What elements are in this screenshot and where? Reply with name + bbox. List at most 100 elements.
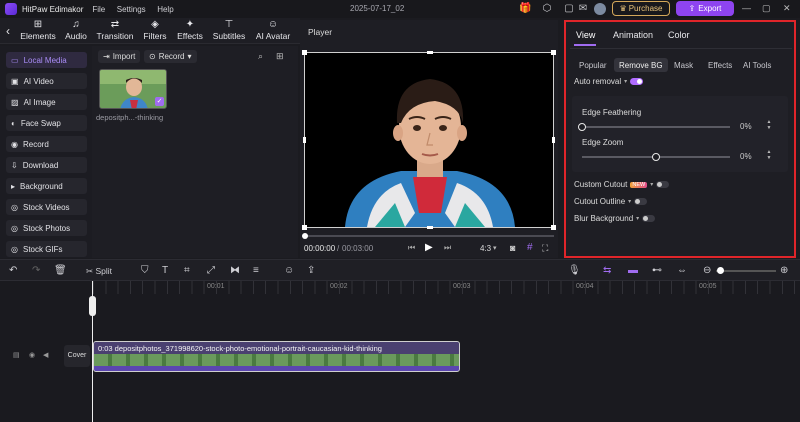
menu-settings[interactable]: Settings — [117, 5, 146, 14]
media-thumbnail[interactable]: ✓ — [99, 69, 167, 109]
grid-icon[interactable]: # — [527, 242, 533, 253]
sidebar-item-stock-photos[interactable]: ◎ Stock Photos — [6, 220, 87, 236]
export-button[interactable]: ⇪ Export — [676, 1, 734, 16]
avatar[interactable] — [594, 3, 606, 15]
progress-track[interactable] — [304, 235, 554, 237]
tab-elements[interactable]: ⊞ Elements — [20, 19, 56, 41]
link-icon[interactable]: ⇆ — [603, 264, 611, 278]
auto-removal-toggle[interactable] — [630, 78, 644, 85]
resize-handle-top[interactable] — [427, 51, 433, 54]
zoom-out-icon[interactable]: ⊖ — [703, 264, 711, 278]
track-icon[interactable]: ▤ — [13, 351, 20, 359]
mirror-icon[interactable]: ⧓ — [230, 264, 240, 278]
undo-icon[interactable]: ↶ — [9, 264, 17, 278]
playhead-handle[interactable] — [89, 296, 96, 316]
menu-file[interactable]: File — [92, 5, 105, 14]
gift-icon[interactable]: 🎁 — [519, 3, 531, 15]
new-badge: NEW — [630, 181, 648, 188]
menu-help[interactable]: Help — [157, 5, 173, 14]
speaker-icon[interactable]: ◀ — [43, 351, 48, 359]
cover-button[interactable]: Cover — [64, 345, 90, 367]
resize-handle-bottom[interactable] — [427, 226, 433, 229]
face-icon[interactable]: ☺ — [284, 264, 294, 278]
maximize-icon[interactable]: ▢ — [762, 3, 771, 14]
cutout-outline-row: Cutout Outline ▾ — [574, 197, 648, 206]
adjust-icon[interactable]: ≡ — [253, 264, 259, 278]
chain-icon[interactable]: ⊷ — [652, 264, 662, 278]
sidebar-item-stock-gifs[interactable]: ◎ Stock GIFs — [6, 241, 87, 257]
close-icon[interactable]: ✕ — [783, 3, 791, 14]
crop-icon[interactable]: ⌗ — [184, 264, 190, 278]
resize-handle-left[interactable] — [303, 137, 306, 143]
export-frame-icon[interactable]: ⇪ — [307, 264, 315, 278]
tab-color[interactable]: Color — [668, 30, 690, 40]
tab-filters[interactable]: ◈ Filters — [142, 19, 168, 41]
edge-feathering-stepper[interactable]: ▲ ▼ — [764, 119, 774, 133]
fit-icon[interactable]: ⇔ — [677, 264, 687, 278]
tab-effects[interactable]: ✦ Effects — [176, 19, 204, 41]
marker-icon[interactable]: ⛉ — [141, 264, 149, 278]
tab-ai-avatar[interactable]: ☺ AI Avatar — [254, 19, 292, 41]
notification-icon[interactable]: ▢ — [563, 3, 575, 15]
delete-icon[interactable]: 🗑 — [54, 264, 67, 278]
cart-icon[interactable]: ⬡ — [541, 3, 553, 15]
play-icon[interactable]: ▶ — [425, 242, 433, 253]
search-icon[interactable]: ⌕ — [258, 51, 263, 62]
aspect-ratio-select[interactable]: 4:3 — [480, 244, 491, 253]
next-frame-icon[interactable]: ⏭ — [444, 243, 451, 253]
resize-handle-top-right[interactable] — [551, 50, 556, 55]
subtab-popular[interactable]: Popular — [574, 58, 612, 72]
current-time: 00:00:00 — [304, 244, 336, 253]
sidebar-item-ai-video[interactable]: ▣ AI Video — [6, 73, 87, 89]
sidebar-item-background[interactable]: ▸ Background — [6, 178, 87, 194]
message-icon[interactable]: ✉ — [577, 3, 589, 15]
resize-handle-right[interactable] — [552, 137, 555, 143]
sidebar-item-face-swap[interactable]: ◐ Face Swap — [6, 115, 87, 131]
sidebar-item-stock-videos[interactable]: ◎ Stock Videos — [6, 199, 87, 215]
cutout-outline-toggle[interactable] — [634, 198, 648, 205]
subtab-remove-bg[interactable]: Remove BG — [614, 58, 668, 72]
resize-handle-top-left[interactable] — [302, 50, 307, 55]
collapse-icon[interactable]: ‹ — [6, 24, 10, 38]
tab-view[interactable]: View — [576, 30, 595, 40]
grid-view-icon[interactable]: ⊞ — [276, 51, 284, 62]
edge-feathering-knob[interactable] — [578, 123, 586, 131]
blur-background-toggle[interactable] — [642, 215, 656, 222]
video-preview[interactable] — [302, 50, 556, 230]
sidebar-item-record[interactable]: ◉ Record — [6, 136, 87, 152]
sidebar-item-local-media[interactable]: ▭ Local Media — [6, 52, 87, 68]
zoom-in-icon[interactable]: ⊕ — [780, 264, 788, 278]
minimize-icon[interactable]: — — [742, 3, 751, 13]
ruler-tick: 00:02 — [330, 283, 348, 290]
edge-zoom-knob[interactable] — [652, 153, 660, 161]
snap-icon[interactable]: ▬ — [628, 264, 638, 278]
prev-frame-icon[interactable]: ⏮ — [408, 243, 415, 253]
tab-transition[interactable]: ⇄ Transition — [96, 19, 134, 41]
import-button[interactable]: ⇥ Import — [98, 50, 141, 63]
edge-zoom-stepper[interactable]: ▲ ▼ — [764, 149, 774, 163]
subtab-ai-tools[interactable]: AI Tools — [738, 58, 776, 72]
zoom-slider[interactable] — [716, 270, 776, 272]
tab-animation[interactable]: Animation — [613, 30, 653, 40]
text-icon[interactable]: T — [162, 264, 168, 278]
record-dropdown[interactable]: ⊙ Record ▾ — [144, 50, 197, 63]
progress-knob[interactable] — [302, 233, 308, 239]
zoom-knob[interactable] — [717, 267, 724, 274]
tab-audio[interactable]: ♫ Audio — [62, 19, 90, 41]
blur-background-label: Blur Background — [574, 214, 634, 223]
split-button[interactable]: ✂ Split — [86, 264, 112, 278]
tab-subtitles[interactable]: ⊤ Subtitles — [212, 19, 246, 41]
sidebar-item-download[interactable]: ⇩ Download — [6, 157, 87, 173]
microphone-icon[interactable]: 🎙 — [568, 264, 581, 278]
resize-icon[interactable]: ⤢ — [207, 264, 215, 278]
sidebar-item-ai-image[interactable]: ▨ AI Image — [6, 94, 87, 110]
subtab-effects[interactable]: Effects — [703, 58, 737, 72]
redo-icon[interactable]: ↷ — [32, 264, 40, 278]
subtab-mask[interactable]: Mask — [669, 58, 698, 72]
video-clip[interactable]: 0:03 depositphotos_371998620-stock-photo… — [93, 341, 460, 372]
fullscreen-icon[interactable]: ⛶ — [542, 243, 548, 254]
eye-icon[interactable]: ◉ — [29, 351, 35, 359]
purchase-button[interactable]: ♛ Purchase — [612, 1, 670, 16]
custom-cutout-toggle[interactable] — [656, 181, 670, 188]
snapshot-icon[interactable]: ◙ — [510, 243, 515, 253]
